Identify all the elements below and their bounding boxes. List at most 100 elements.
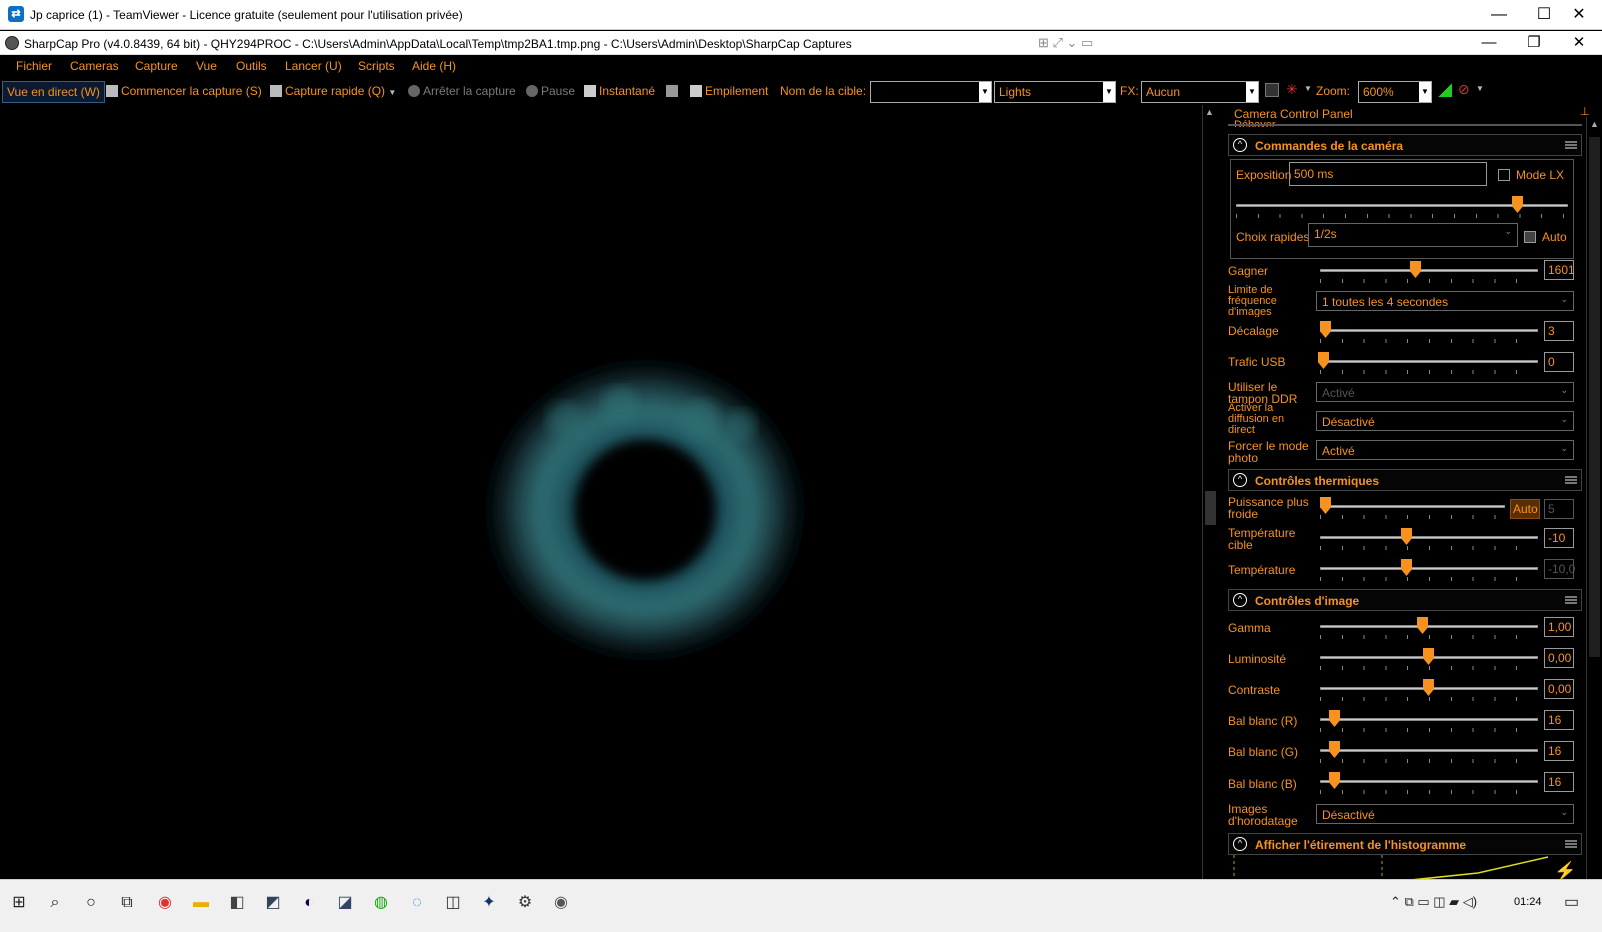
chevron-down-icon[interactable]: ⌄ (1504, 226, 1512, 237)
menu-lancer[interactable]: Lancer (U) (285, 59, 342, 73)
usb-traffic-value[interactable]: 0 (1544, 352, 1574, 372)
target-temp-value[interactable]: -10 (1544, 528, 1574, 548)
brightness-thumb[interactable] (1423, 648, 1434, 665)
close-button[interactable]: ✕ (1556, 0, 1602, 30)
offset-thumb[interactable] (1320, 321, 1331, 338)
section-menu-icon[interactable] (1565, 476, 1577, 484)
chevron-down-icon[interactable]: ⌄ (1560, 443, 1568, 454)
histogram-icon[interactable] (1438, 83, 1452, 97)
image-viewport[interactable] (0, 105, 1202, 892)
live-view-button[interactable]: Vue en direct (W) (2, 81, 105, 103)
chevron-down-icon[interactable]: ▼ (1476, 84, 1484, 93)
chrome-icon[interactable]: ◉ (154, 892, 176, 914)
chevron-down-icon[interactable]: ▼ (388, 88, 396, 97)
stacking-button[interactable]: Empilement (690, 84, 768, 98)
vertical-scrollbar[interactable]: ▲ ▼ (1202, 105, 1218, 892)
collapse-icon[interactable]: ^ (1233, 837, 1247, 851)
wb-blue-thumb[interactable] (1329, 772, 1340, 789)
chevron-down-icon[interactable]: ▼ (979, 82, 991, 102)
reticle-icon[interactable] (1265, 83, 1279, 97)
monitor-icon[interactable] (666, 84, 681, 98)
menu-vue[interactable]: Vue (196, 59, 217, 73)
system-tray-icons[interactable]: ⌃ ⧉ ▭ ◫ ▰ ◁) (1390, 894, 1477, 910)
menu-cameras[interactable]: Cameras (70, 59, 119, 73)
frame-rate-dropdown[interactable]: 1 toutes les 4 secondes ⌄ (1316, 291, 1574, 311)
app-icon-2[interactable]: ◩ (262, 892, 284, 914)
sharpcap-taskbar-icon[interactable]: ◉ (550, 892, 572, 914)
section-menu-icon[interactable] (1565, 840, 1577, 848)
zoom-combo[interactable]: 600% ▼ (1358, 81, 1432, 103)
cooler-power-slider[interactable] (1320, 497, 1505, 519)
wb-red-value[interactable]: 16 (1544, 710, 1574, 730)
chevron-down-icon[interactable]: ▼ (1304, 84, 1312, 93)
snapshot-button[interactable]: Instantané (584, 84, 655, 98)
search-icon[interactable]: ⌕ (44, 892, 66, 914)
scroll-thumb[interactable] (1205, 491, 1216, 525)
sharpcap-minimize-button[interactable]: — (1466, 31, 1512, 55)
clock[interactable]: 01:24 (1514, 896, 1542, 908)
start-icon[interactable]: ⊞ (8, 892, 30, 914)
app-icon-6[interactable]: ◫ (442, 892, 464, 914)
target-name-combo[interactable]: ▼ (870, 81, 992, 103)
collapse-icon[interactable]: ^ (1233, 473, 1247, 487)
pause-button[interactable]: Pause (526, 84, 575, 98)
exposure-thumb[interactable] (1512, 196, 1523, 213)
offset-slider[interactable] (1320, 321, 1538, 343)
brightness-slider[interactable] (1320, 648, 1538, 670)
chevron-down-icon[interactable]: ▼ (1246, 82, 1258, 102)
wb-blue-slider[interactable] (1320, 772, 1538, 794)
notification-icon[interactable]: ▭ (1564, 892, 1579, 912)
chevron-down-icon[interactable]: ⌄ (1560, 807, 1568, 818)
usb-traffic-slider[interactable] (1318, 352, 1538, 374)
exposure-slider[interactable] (1236, 196, 1568, 218)
camera-section-header[interactable]: ^ Commandes de la caméra (1228, 134, 1582, 156)
contrast-slider[interactable] (1320, 679, 1538, 701)
quick-choice-dropdown[interactable]: 1/2s ⌄ (1308, 223, 1518, 247)
collapse-icon[interactable]: ^ (1233, 138, 1247, 152)
lx-mode-checkbox[interactable] (1498, 169, 1510, 181)
wb-red-slider[interactable] (1320, 710, 1538, 732)
collapse-icon[interactable]: ^ (1233, 593, 1247, 607)
usb-traffic-thumb[interactable] (1318, 352, 1329, 369)
section-menu-icon[interactable] (1565, 141, 1577, 149)
brightness-value[interactable]: 0,00 (1544, 648, 1574, 668)
panel-scroll-up-icon[interactable]: ▲ (1590, 119, 1599, 129)
photo-mode-dropdown[interactable]: Activé ⌄ (1316, 440, 1574, 460)
app-icon-7[interactable]: ✦ (478, 892, 500, 914)
contrast-thumb[interactable] (1423, 679, 1434, 696)
live-stream-dropdown[interactable]: Désactivé ⌄ (1316, 411, 1574, 431)
app-icon-1[interactable]: ◧ (226, 892, 248, 914)
frame-type-combo[interactable]: Lights ▼ (994, 81, 1116, 103)
wb-green-value[interactable]: 16 (1544, 741, 1574, 761)
panel-scroll-thumb[interactable] (1589, 137, 1600, 657)
chevron-down-icon[interactable]: ▼ (1419, 82, 1431, 102)
chevron-down-icon[interactable]: ⌄ (1560, 385, 1568, 396)
cooler-power-thumb[interactable] (1320, 497, 1331, 514)
sharpcap-close-button[interactable]: ✕ (1556, 31, 1602, 55)
wb-green-slider[interactable] (1320, 741, 1538, 763)
histogram-section-header[interactable]: ^ Afficher l'étirement de l'histogramme (1228, 833, 1582, 855)
menu-outils[interactable]: Outils (236, 59, 267, 73)
chevron-down-icon[interactable]: ▼ (1103, 82, 1115, 102)
task-view-icon[interactable]: ⧉ (116, 892, 138, 914)
sharpcap-maximize-button[interactable]: ❐ (1511, 31, 1557, 55)
contrast-value[interactable]: 0,00 (1544, 679, 1574, 699)
gamma-value[interactable]: 1,00 (1544, 617, 1574, 637)
gamma-slider[interactable] (1320, 617, 1538, 639)
menu-aide[interactable]: Aide (H) (412, 59, 456, 73)
start-capture-button[interactable]: Commencer la capture (S) (106, 84, 262, 98)
section-menu-icon[interactable] (1565, 596, 1577, 604)
app-icon-4[interactable]: ◪ (334, 892, 356, 914)
menu-fichier[interactable]: Fichier (16, 59, 52, 73)
app-icon-3[interactable]: ◐ (298, 892, 320, 914)
gain-value[interactable]: 1601 (1544, 260, 1575, 280)
target-temp-slider[interactable] (1320, 528, 1538, 550)
stop-capture-button[interactable]: Arrêter la capture (408, 84, 516, 98)
gain-slider[interactable] (1320, 261, 1538, 283)
gain-thumb[interactable] (1410, 261, 1421, 278)
wb-blue-value[interactable]: 16 (1544, 772, 1574, 792)
quick-capture-button[interactable]: Capture rapide (Q) ▼ (270, 84, 396, 98)
minimize-button[interactable]: — (1476, 0, 1522, 30)
chevron-down-icon[interactable]: ⌄ (1560, 414, 1568, 425)
wb-red-thumb[interactable] (1329, 710, 1340, 727)
